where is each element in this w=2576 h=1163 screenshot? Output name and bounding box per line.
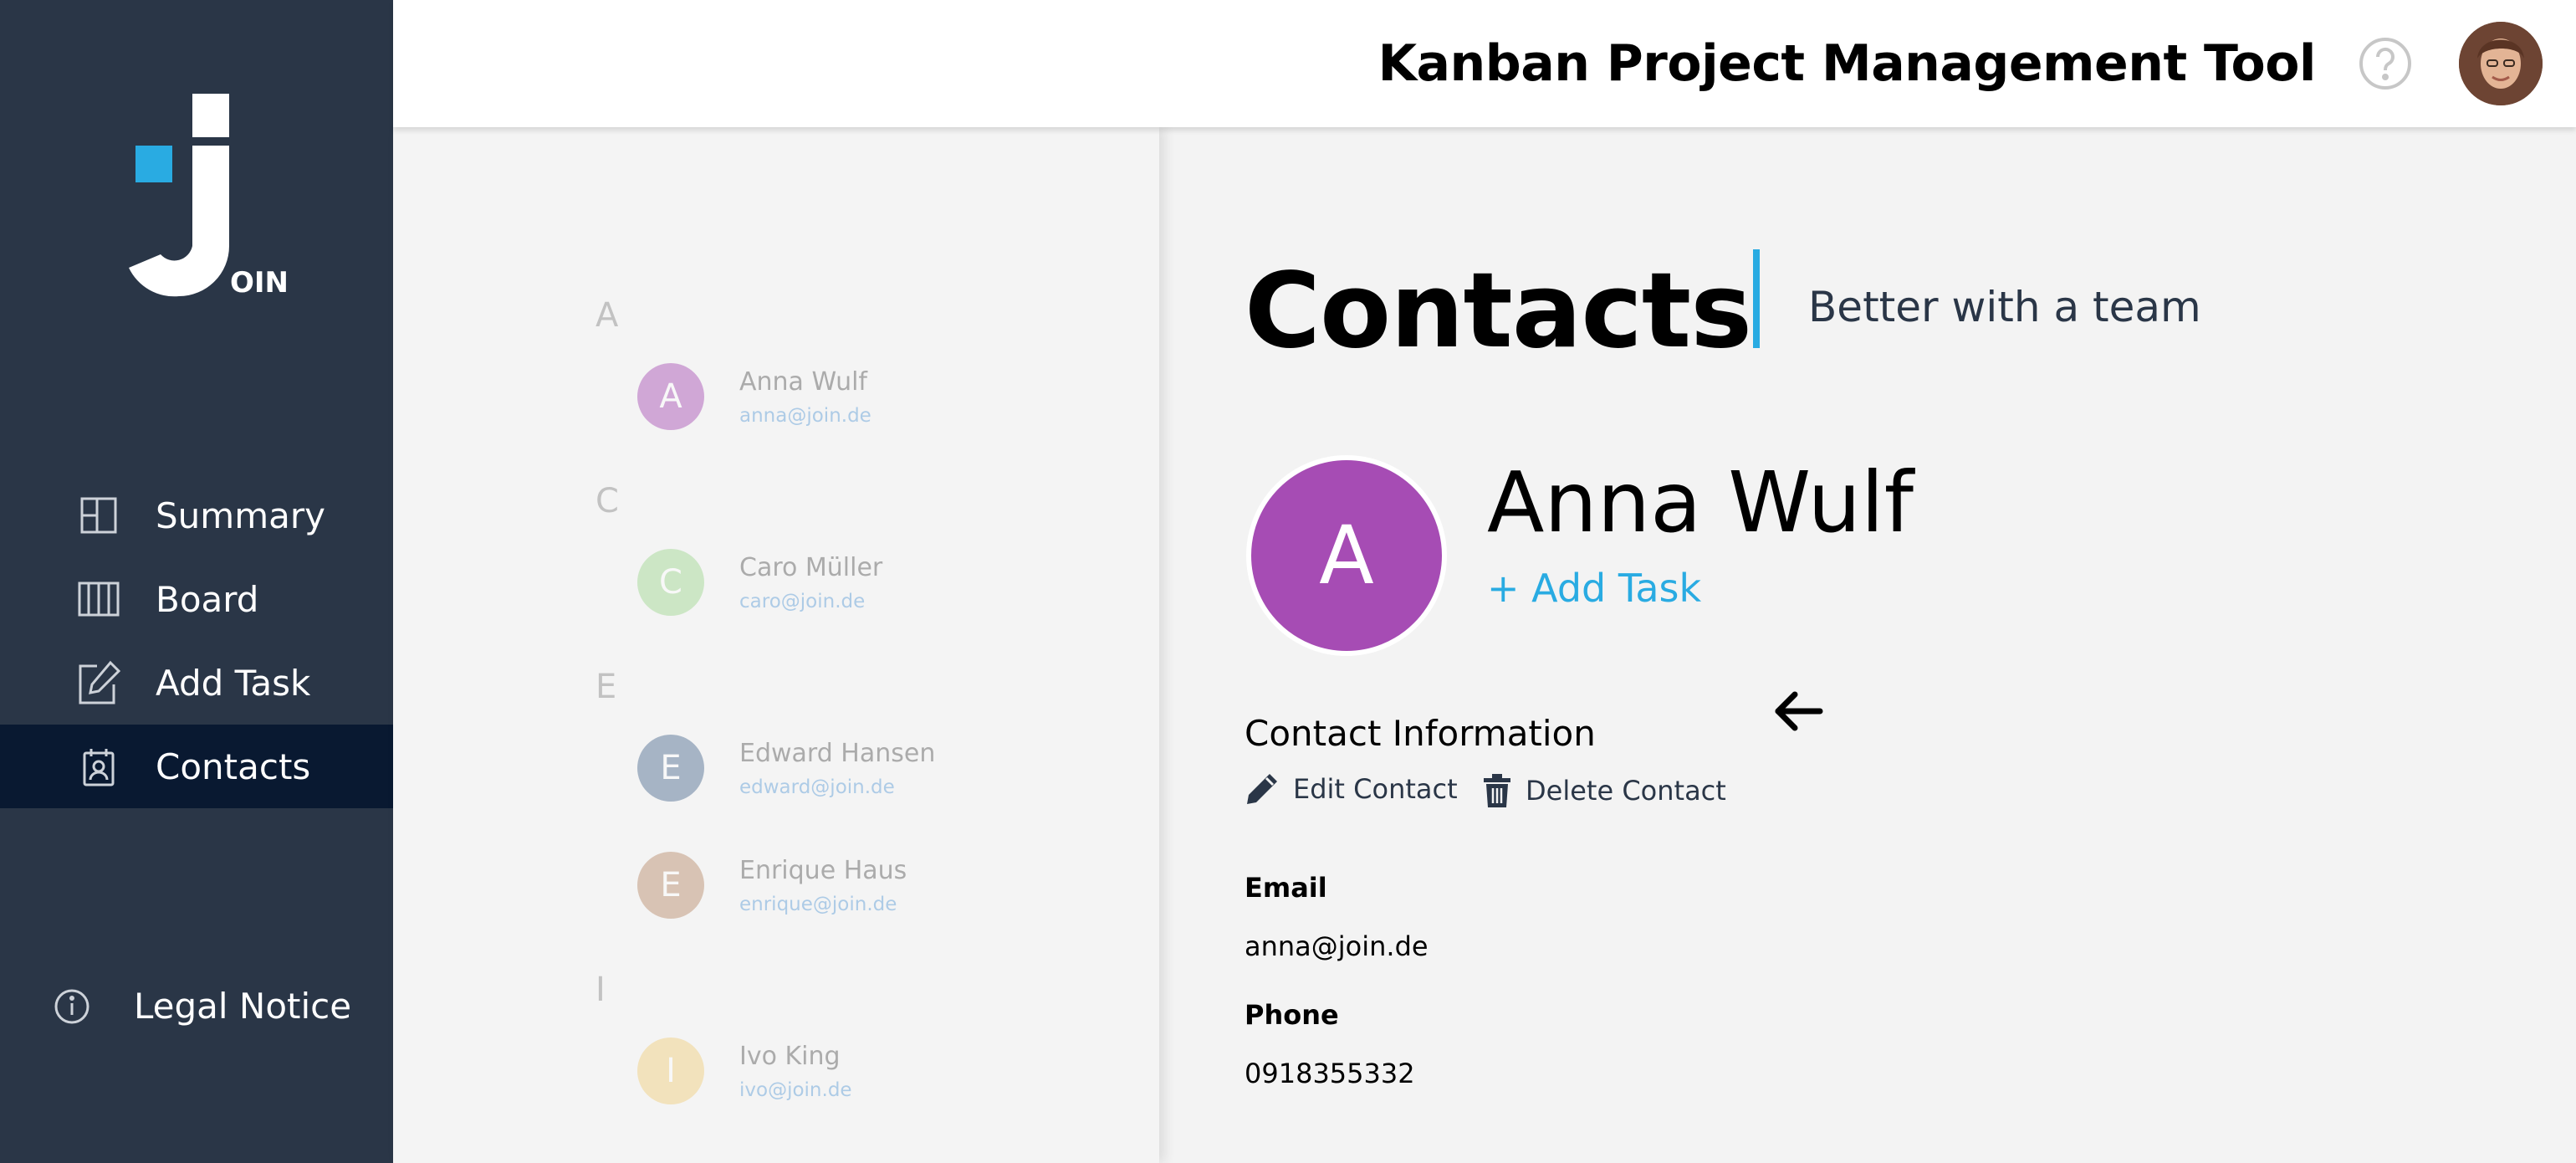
email-label: Email xyxy=(1245,872,1327,904)
contact-email: caro@join.de xyxy=(739,590,866,612)
legal-notice-link[interactable]: Legal Notice xyxy=(52,986,351,1027)
contact-name: Edward Hansen xyxy=(739,738,936,768)
top-header: Kanban Project Management Tool xyxy=(393,0,2576,127)
app-root: OIN Summary Board Add Task Contacts Lega… xyxy=(0,0,2576,1163)
page-title: Contacts xyxy=(1245,251,1752,371)
contact-name: Anna Wulf xyxy=(739,366,867,397)
edit-contact-button[interactable]: Edit Contact xyxy=(1245,771,1458,807)
board-icon xyxy=(75,576,122,622)
letter-group-e: E xyxy=(595,668,617,706)
add-task-link[interactable]: + Add Task xyxy=(1487,566,1701,611)
back-arrow-icon[interactable] xyxy=(1768,681,1828,741)
nav-item-board[interactable]: Board xyxy=(0,557,393,641)
contact-row-ivo[interactable]: I Ivo King ivo@join.de xyxy=(637,1037,852,1104)
delete-contact-label: Delete Contact xyxy=(1526,775,1726,807)
contact-information-title: Contact Information xyxy=(1245,713,1596,754)
letter-group-a: A xyxy=(595,296,619,335)
email-value[interactable]: anna@join.de xyxy=(1245,930,1429,962)
nav-item-add-task[interactable]: Add Task xyxy=(0,641,393,725)
main-nav: Summary Board Add Task Contacts xyxy=(0,474,393,808)
edit-contact-label: Edit Contact xyxy=(1293,773,1458,805)
user-avatar-image xyxy=(2459,22,2543,105)
contact-row-caro[interactable]: C Caro Müller caro@join.de xyxy=(637,549,882,616)
contact-list: A A Anna Wulf anna@join.de C C Caro Müll… xyxy=(393,127,1159,1163)
phone-label: Phone xyxy=(1245,999,1339,1031)
delete-contact-button[interactable]: Delete Contact xyxy=(1482,773,1726,808)
contact-row-enrique[interactable]: E Enrique Haus enrique@join.de xyxy=(637,852,907,919)
page-tagline: Better with a team xyxy=(1808,283,2201,331)
selected-contact-name: Anna Wulf xyxy=(1487,453,1914,551)
contact-avatar: A xyxy=(637,363,704,430)
summary-icon xyxy=(75,492,122,539)
contact-name: Caro Müller xyxy=(739,552,883,582)
contacts-icon xyxy=(75,743,122,790)
app-title: Kanban Project Management Tool xyxy=(1377,34,2317,93)
nav-item-contacts[interactable]: Contacts xyxy=(0,725,393,808)
nav-label-add-task: Add Task xyxy=(156,662,311,704)
contact-email: enrique@join.de xyxy=(739,893,897,915)
trash-icon xyxy=(1484,774,1510,807)
contact-row-edward[interactable]: E Edward Hansen edward@join.de xyxy=(637,735,935,802)
letter-group-i: I xyxy=(595,971,606,1009)
contact-email: edward@join.de xyxy=(739,776,895,798)
phone-value[interactable]: 0918355332 xyxy=(1245,1058,1415,1089)
info-icon xyxy=(52,986,92,1027)
nav-label-contacts: Contacts xyxy=(156,745,311,787)
help-icon[interactable] xyxy=(2358,36,2413,91)
nav-item-summary[interactable]: Summary xyxy=(0,474,393,557)
nav-label-summary: Summary xyxy=(156,494,325,536)
user-avatar[interactable] xyxy=(2459,22,2543,105)
contact-avatar: I xyxy=(637,1037,704,1104)
selected-contact-avatar: A xyxy=(1246,455,1447,656)
nav-label-board: Board xyxy=(156,578,259,620)
contact-email: anna@join.de xyxy=(739,404,871,427)
sidebar: OIN Summary Board Add Task Contacts Lega… xyxy=(0,0,393,1163)
legal-notice-label: Legal Notice xyxy=(134,986,352,1027)
contact-row-anna[interactable]: A Anna Wulf anna@join.de xyxy=(637,363,871,430)
edit-square-icon xyxy=(75,659,122,706)
contact-avatar: E xyxy=(637,735,704,802)
contact-name: Ivo King xyxy=(739,1041,841,1071)
logo-text: OIN xyxy=(230,266,289,300)
join-logo[interactable]: OIN xyxy=(105,92,289,301)
contact-detail: Contacts Better with a team A Anna Wulf … xyxy=(1159,127,2576,1163)
title-divider xyxy=(1753,249,1760,348)
contact-avatar: E xyxy=(637,852,704,919)
contact-name: Enrique Haus xyxy=(739,855,907,885)
letter-group-c: C xyxy=(595,482,619,520)
contact-email: ivo@join.de xyxy=(739,1078,852,1101)
contact-avatar: C xyxy=(637,549,704,616)
pencil-icon xyxy=(1247,774,1277,804)
